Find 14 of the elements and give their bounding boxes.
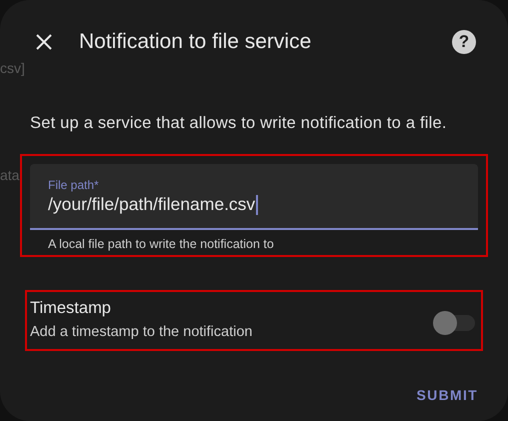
helper-text: A local file path to write the notification to — [48, 237, 275, 251]
background-text: ata — [0, 167, 20, 183]
timestamp-switch[interactable] — [433, 310, 475, 334]
help-button[interactable]: ? — [452, 30, 476, 54]
dialog-title: Notification to file service — [79, 30, 312, 54]
description-text: Set up a service that allows to write notification to a file. — [30, 114, 448, 133]
close-icon — [36, 34, 52, 50]
field-value: /your/file/path/filename.csv — [48, 194, 460, 215]
submit-button[interactable]: SUBMIT — [408, 381, 486, 409]
timestamp-description: Add a timestamp to the notification — [30, 324, 254, 340]
file-path-field[interactable]: File path* /your/file/path/filename.csv — [30, 164, 478, 230]
background-text: csv] — [0, 60, 25, 76]
field-label: File path* — [48, 178, 100, 192]
timestamp-label: Timestamp — [30, 299, 112, 318]
